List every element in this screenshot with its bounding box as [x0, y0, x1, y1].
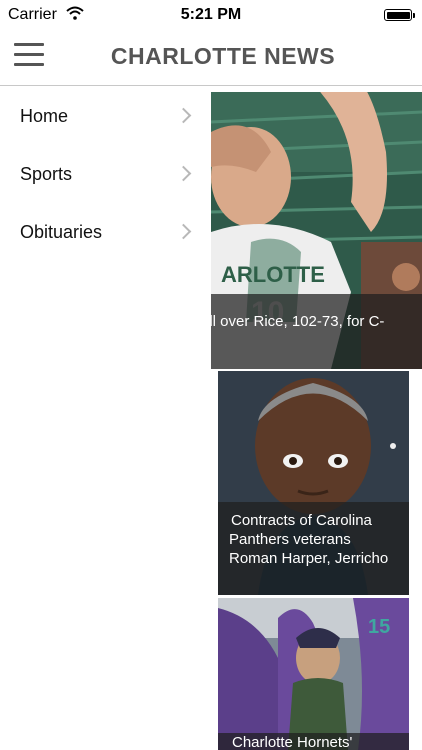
chevron-right-icon — [175, 223, 192, 240]
menu-item-label: Sports — [20, 164, 73, 184]
article-photo: 15 — [218, 598, 409, 750]
hamburger-menu-icon[interactable] — [14, 42, 44, 68]
clock: 5:21 PM — [180, 6, 242, 23]
article-caption-text: Charlotte Hornets' — [232, 734, 353, 750]
article-card-panthers[interactable]: Contracts of Carolina Panthers veterans … — [218, 371, 409, 595]
menu-item-home[interactable]: Home — [0, 88, 210, 146]
menu-item-label: Obituaries — [20, 222, 103, 242]
article-caption: Contracts of Carolina Panthers veterans … — [218, 502, 409, 595]
menu-item-sports[interactable]: Sports — [0, 146, 210, 204]
article-caption-line: Contracts of Carolina — [231, 512, 372, 529]
status-bar: Carrier 5:21 PM — [0, 0, 422, 30]
article-card-hornets[interactable]: 15 Charlotte Hornets' — [218, 598, 409, 750]
article-caption-line: Roman Harper, Jerricho — [229, 550, 389, 567]
chevron-right-icon — [175, 165, 192, 182]
article-caption: oll over Rice, 102-73, for C- — [211, 294, 422, 369]
navigation-bar: CHARLOTTE NEWS — [0, 30, 422, 86]
article-caption-text: oll over Rice, 102-73, for C- — [211, 313, 385, 330]
chevron-right-icon — [175, 107, 192, 124]
article-caption-line: Panthers veterans — [229, 531, 351, 548]
page-title: CHARLOTTE NEWS — [110, 43, 336, 69]
side-menu: Home Sports Obituaries — [0, 88, 210, 262]
svg-text:ARLOTTE: ARLOTTE — [221, 262, 325, 287]
menu-item-label: Home — [20, 106, 69, 126]
battery-icon — [384, 9, 415, 21]
svg-text:15: 15 — [368, 616, 390, 638]
menu-item-obituaries[interactable]: Obituaries — [0, 204, 210, 262]
article-caption: Charlotte Hornets' — [218, 733, 409, 750]
article-card-basketball[interactable]: ARLOTTE 10 oll over Rice, 102-73, for C- — [211, 92, 422, 369]
